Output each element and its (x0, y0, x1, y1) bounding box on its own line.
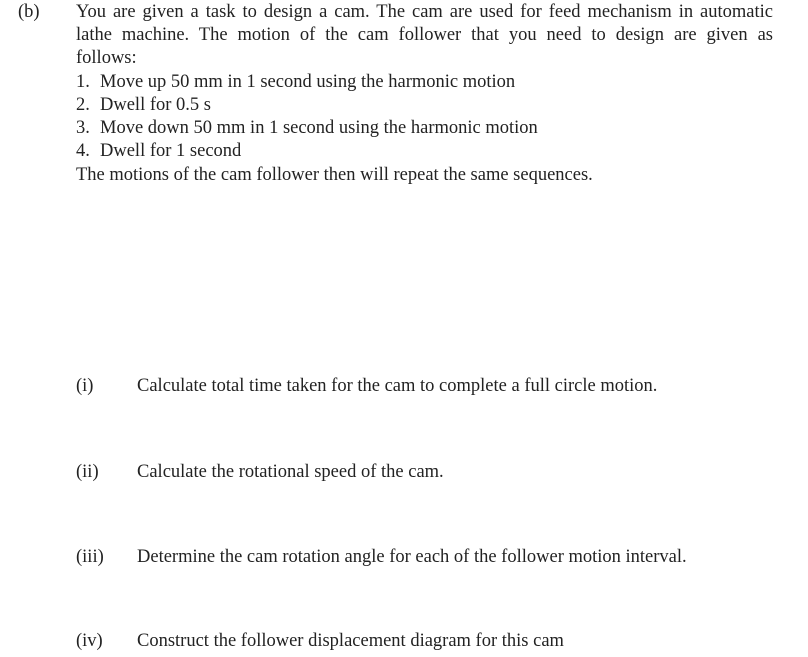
item-number: 3. (76, 118, 90, 139)
part-label: (b) (18, 2, 40, 22)
question-label-iv: (iv) (76, 631, 103, 651)
question-label-i: (i) (76, 376, 94, 396)
item-number: 4. (76, 141, 90, 162)
intro-line-3: follows: (76, 48, 137, 69)
list-item: 1. Move up 50 mm in 1 second using the ha… (76, 71, 773, 94)
intro-line-2: lathe machine. The motion of the cam fol… (76, 25, 773, 46)
list-item: 2. Dwell for 0.5 s (76, 94, 773, 117)
item-text: Dwell for 1 second (100, 141, 242, 162)
question-text-ii: Calculate the rotational speed of the ca… (137, 462, 444, 482)
question-label-ii: (ii) (76, 462, 99, 482)
list-item: 4. Dwell for 1 second (76, 140, 773, 163)
intro-line-1: You are given a task to design a cam. Th… (76, 2, 773, 22)
question-label-iii: (iii) (76, 547, 104, 567)
item-text: Dwell for 0.5 s (100, 94, 211, 115)
motion-list: 1. Move up 50 mm in 1 second using the ha… (76, 71, 773, 164)
list-item: 3. Move down 50 mm in 1 second using the … (76, 117, 773, 140)
item-number: 2. (76, 94, 90, 115)
question-text-i: Calculate total time taken for the cam t… (137, 376, 658, 396)
question-body: You are given a task to design a cam. Th… (76, 1, 773, 188)
item-text: Move up 50 mm in 1 second using the harm… (100, 71, 516, 92)
question-text-iii: Determine the cam rotation angle for eac… (137, 547, 687, 567)
question-text-iv: Construct the follower displacement diag… (137, 631, 564, 651)
item-text: Move down 50 mm in 1 second using the ha… (100, 118, 538, 139)
closing-text: The motions of the cam follower then wil… (76, 165, 593, 186)
item-number: 1. (76, 71, 90, 92)
